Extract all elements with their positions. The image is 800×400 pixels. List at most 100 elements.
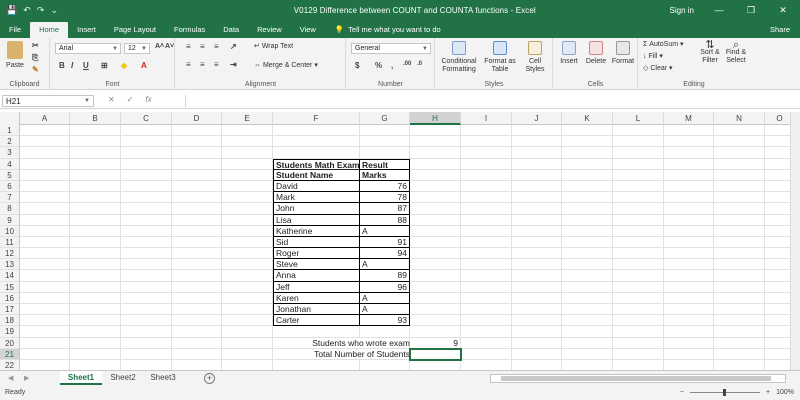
indent-icon[interactable]: ⇥ bbox=[230, 60, 237, 69]
cell-j22[interactable] bbox=[512, 359, 562, 370]
fill-color-icon[interactable]: ◆ bbox=[121, 61, 127, 70]
cell-o13[interactable] bbox=[765, 259, 790, 271]
cell-m17[interactable] bbox=[664, 304, 714, 316]
row-header[interactable]: 17 bbox=[0, 304, 20, 316]
cell-l11[interactable] bbox=[613, 236, 664, 249]
select-all-button[interactable] bbox=[0, 112, 20, 125]
row-header[interactable]: 4 bbox=[0, 158, 20, 170]
align-center-icon[interactable]: ≡ bbox=[200, 60, 205, 69]
cell-m8[interactable] bbox=[664, 203, 714, 215]
cell-k12[interactable] bbox=[562, 248, 613, 260]
cell-d1[interactable] bbox=[172, 125, 222, 137]
cell-o3[interactable] bbox=[765, 147, 790, 159]
cell-i16[interactable] bbox=[461, 292, 512, 304]
cell-d10[interactable] bbox=[172, 225, 222, 237]
cell-g2[interactable] bbox=[360, 136, 410, 148]
tab-file[interactable]: File bbox=[0, 22, 30, 38]
cell-l21[interactable] bbox=[613, 348, 664, 360]
fill-button[interactable]: ↓ Fill ▾ bbox=[643, 53, 663, 61]
cell-n21[interactable] bbox=[714, 348, 765, 360]
cell-j16[interactable] bbox=[512, 292, 562, 304]
cell-a12[interactable] bbox=[20, 248, 70, 260]
cell-l7[interactable] bbox=[613, 192, 664, 204]
percent-button[interactable]: % bbox=[375, 61, 382, 70]
cell-n15[interactable] bbox=[714, 281, 765, 293]
cell-m10[interactable] bbox=[664, 225, 714, 237]
column-header-i[interactable]: I bbox=[461, 112, 512, 125]
cell-b8[interactable] bbox=[70, 203, 121, 215]
cell-n3[interactable] bbox=[714, 147, 765, 159]
cell-h21[interactable] bbox=[409, 347, 462, 361]
cell-e3[interactable] bbox=[222, 147, 273, 159]
cell-k1[interactable] bbox=[562, 125, 613, 137]
tab-formulas[interactable]: Formulas bbox=[165, 22, 214, 38]
tab-data[interactable]: Data bbox=[214, 22, 248, 38]
cell-e14[interactable] bbox=[222, 270, 273, 282]
cell-n18[interactable] bbox=[714, 315, 765, 327]
sheet-tab-3[interactable]: Sheet3 bbox=[144, 371, 182, 385]
cell-m15[interactable] bbox=[664, 281, 714, 293]
cell-i15[interactable] bbox=[461, 281, 512, 293]
cell-o7[interactable] bbox=[765, 192, 790, 204]
cell-f16[interactable]: Karen bbox=[273, 292, 360, 304]
cell-e6[interactable] bbox=[222, 180, 273, 193]
cell-k19[interactable] bbox=[562, 326, 613, 338]
insert-cells-button[interactable]: Insert bbox=[556, 41, 582, 66]
cell-h3[interactable] bbox=[410, 147, 461, 159]
cell-b7[interactable] bbox=[70, 192, 121, 204]
cell-g17[interactable]: A bbox=[360, 304, 410, 316]
cell-g22[interactable] bbox=[360, 359, 410, 370]
cell-m2[interactable] bbox=[664, 136, 714, 148]
cell-h13[interactable] bbox=[410, 259, 461, 271]
cell-j13[interactable] bbox=[512, 259, 562, 271]
cell-d9[interactable] bbox=[172, 214, 222, 226]
top-align-icon[interactable]: ≡ bbox=[186, 42, 191, 51]
cell-h2[interactable] bbox=[410, 136, 461, 148]
align-left-icon[interactable]: ≡ bbox=[186, 60, 191, 69]
shrink-font-icon[interactable]: A˅ bbox=[165, 43, 174, 50]
cell-j9[interactable] bbox=[512, 214, 562, 226]
cell-o14[interactable] bbox=[765, 270, 790, 282]
cell-f10[interactable]: Katherine bbox=[273, 225, 360, 237]
currency-button[interactable]: $ bbox=[355, 61, 359, 70]
cell-g16[interactable]: A bbox=[360, 292, 410, 304]
cell-k4[interactable] bbox=[562, 158, 613, 170]
cell-j18[interactable] bbox=[512, 315, 562, 327]
row-header[interactable]: 12 bbox=[0, 248, 20, 260]
cell-m14[interactable] bbox=[664, 270, 714, 282]
cell-i10[interactable] bbox=[461, 225, 512, 237]
cell-l6[interactable] bbox=[613, 180, 664, 193]
cell-j8[interactable] bbox=[512, 203, 562, 215]
cell-h16[interactable] bbox=[410, 292, 461, 304]
cell-g9[interactable]: 88 bbox=[360, 214, 410, 226]
row-header[interactable]: 8 bbox=[0, 203, 20, 215]
sheet-tab-1[interactable]: Sheet1 bbox=[60, 371, 102, 385]
cell-b4[interactable] bbox=[70, 158, 121, 170]
cell-k11[interactable] bbox=[562, 236, 613, 249]
zoom-slider-knob[interactable] bbox=[723, 389, 726, 396]
cell-c22[interactable] bbox=[121, 359, 172, 370]
row-header[interactable]: 11 bbox=[0, 236, 20, 249]
cell-f19[interactable] bbox=[273, 326, 360, 338]
cell-j11[interactable] bbox=[512, 236, 562, 249]
cell-m6[interactable] bbox=[664, 180, 714, 193]
cell-a20[interactable] bbox=[20, 337, 70, 349]
cell-i4[interactable] bbox=[461, 158, 512, 170]
cell-m9[interactable] bbox=[664, 214, 714, 226]
cell-o19[interactable] bbox=[765, 326, 790, 338]
cell-l20[interactable] bbox=[613, 337, 664, 349]
cell-n10[interactable] bbox=[714, 225, 765, 237]
minimize-button[interactable]: — bbox=[712, 5, 726, 15]
cell-f4[interactable]: Students Math Exam Result bbox=[273, 158, 388, 170]
cell-a9[interactable] bbox=[20, 214, 70, 226]
cell-k8[interactable] bbox=[562, 203, 613, 215]
cell-i8[interactable] bbox=[461, 203, 512, 215]
cell-m22[interactable] bbox=[664, 359, 714, 370]
cell-l14[interactable] bbox=[613, 270, 664, 282]
cell-a22[interactable] bbox=[20, 359, 70, 370]
cell-a13[interactable] bbox=[20, 259, 70, 271]
cell-d22[interactable] bbox=[172, 359, 222, 370]
column-header-h[interactable]: H bbox=[410, 112, 461, 125]
cell-m18[interactable] bbox=[664, 315, 714, 327]
cell-a17[interactable] bbox=[20, 304, 70, 316]
